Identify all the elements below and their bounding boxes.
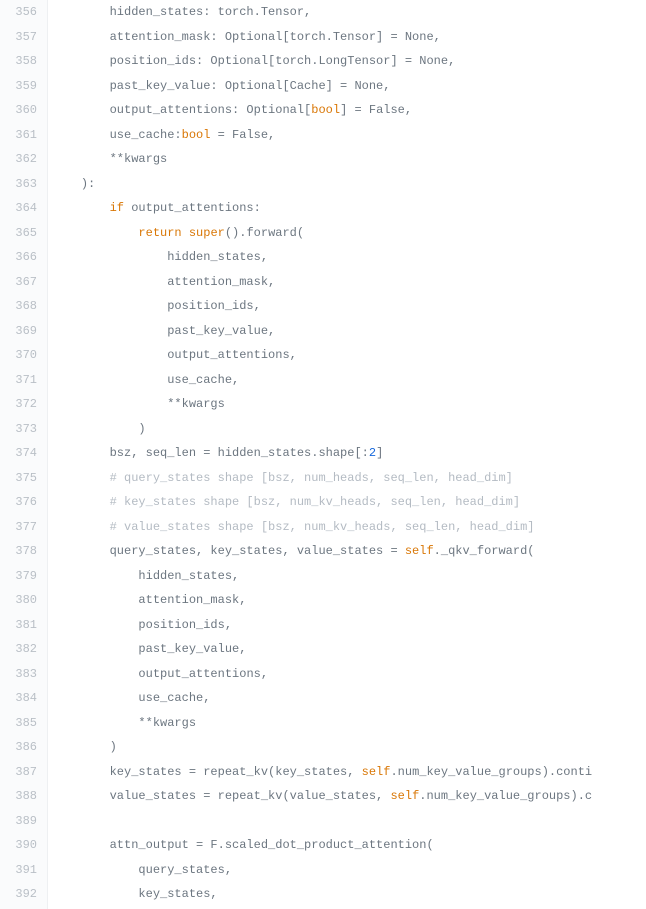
code-line: hidden_states,: [52, 245, 646, 270]
line-number: 371: [8, 368, 37, 393]
keyword: bool: [311, 103, 340, 117]
line-number: 361: [8, 123, 37, 148]
code-line: bsz, seq_len = hidden_states.shape[:2]: [52, 441, 646, 466]
line-number: 356: [8, 0, 37, 25]
line-number: 363: [8, 172, 37, 197]
line-number: 379: [8, 564, 37, 589]
code-line: **kwargs: [52, 711, 646, 736]
code-line: past_key_value: Optional[Cache] = None,: [52, 74, 646, 99]
code-line: position_ids: Optional[torch.LongTensor]…: [52, 49, 646, 74]
code-line: position_ids,: [52, 294, 646, 319]
code-line: past_key_value,: [52, 319, 646, 344]
line-number: 372: [8, 392, 37, 417]
self-ref: self: [390, 789, 419, 803]
keyword: super: [189, 226, 225, 240]
code-line: # value_states shape [bsz, num_kv_heads,…: [52, 515, 646, 540]
code-line: # key_states shape [bsz, num_kv_heads, s…: [52, 490, 646, 515]
line-number: 381: [8, 613, 37, 638]
code-line: **kwargs: [52, 392, 646, 417]
code-line: output_attentions,: [52, 662, 646, 687]
code-line: use_cache:bool = False,: [52, 123, 646, 148]
line-number: 360: [8, 98, 37, 123]
line-number: 383: [8, 662, 37, 687]
code-line: position_ids,: [52, 613, 646, 638]
keyword: if: [110, 201, 124, 215]
line-number: 392: [8, 882, 37, 907]
line-number: 377: [8, 515, 37, 540]
code-line: query_states,: [52, 858, 646, 883]
line-number: 388: [8, 784, 37, 809]
code-line: [52, 809, 646, 834]
code-line: ): [52, 417, 646, 442]
line-number: 362: [8, 147, 37, 172]
code-line: attention_mask,: [52, 270, 646, 295]
self-ref: self: [362, 765, 391, 779]
code-content[interactable]: hidden_states: torch.Tensor, attention_m…: [48, 0, 646, 909]
self-ref: self: [405, 544, 434, 558]
code-line: use_cache,: [52, 368, 646, 393]
line-number-gutter: 3563573583593603613623633643653663673683…: [0, 0, 48, 909]
line-number: 376: [8, 490, 37, 515]
comment: # query_states shape [bsz, num_heads, se…: [110, 471, 513, 485]
code-line: key_states = repeat_kv(key_states, self.…: [52, 760, 646, 785]
code-line: value_states = repeat_kv(value_states, s…: [52, 784, 646, 809]
line-number: 385: [8, 711, 37, 736]
line-number: 390: [8, 833, 37, 858]
line-number: 358: [8, 49, 37, 74]
code-line: past_key_value,: [52, 637, 646, 662]
line-number: 359: [8, 74, 37, 99]
code-line: if output_attentions:: [52, 196, 646, 221]
code-line: **kwargs: [52, 147, 646, 172]
line-number: 387: [8, 760, 37, 785]
code-line: return super().forward(: [52, 221, 646, 246]
line-number: 373: [8, 417, 37, 442]
line-number: 366: [8, 245, 37, 270]
code-line: # query_states shape [bsz, num_heads, se…: [52, 466, 646, 491]
line-number: 369: [8, 319, 37, 344]
code-line: attn_output = F.scaled_dot_product_atten…: [52, 833, 646, 858]
code-line: query_states, key_states, value_states =…: [52, 539, 646, 564]
number: 2: [369, 446, 376, 460]
comment: # key_states shape [bsz, num_kv_heads, s…: [110, 495, 520, 509]
code-line: output_attentions: Optional[bool] = Fals…: [52, 98, 646, 123]
line-number: 367: [8, 270, 37, 295]
line-number: 368: [8, 294, 37, 319]
line-number: 386: [8, 735, 37, 760]
line-number: 370: [8, 343, 37, 368]
line-number: 364: [8, 196, 37, 221]
code-viewer: 3563573583593603613623633643653663673683…: [0, 0, 646, 909]
code-line: output_attentions,: [52, 343, 646, 368]
line-number: 374: [8, 441, 37, 466]
line-number: 365: [8, 221, 37, 246]
line-number: 378: [8, 539, 37, 564]
code-line: hidden_states,: [52, 564, 646, 589]
keyword: return: [138, 226, 181, 240]
line-number: 384: [8, 686, 37, 711]
code-line: attention_mask: Optional[torch.Tensor] =…: [52, 25, 646, 50]
code-line: ): [52, 735, 646, 760]
code-line: attention_mask,: [52, 588, 646, 613]
comment: # value_states shape [bsz, num_kv_heads,…: [110, 520, 535, 534]
code-line: key_states,: [52, 882, 646, 907]
line-number: 382: [8, 637, 37, 662]
line-number: 357: [8, 25, 37, 50]
keyword: bool: [182, 128, 211, 142]
code-line: hidden_states: torch.Tensor,: [52, 0, 646, 25]
line-number: 380: [8, 588, 37, 613]
line-number: 389: [8, 809, 37, 834]
code-line: use_cache,: [52, 686, 646, 711]
code-line: ):: [52, 172, 646, 197]
line-number: 375: [8, 466, 37, 491]
line-number: 391: [8, 858, 37, 883]
